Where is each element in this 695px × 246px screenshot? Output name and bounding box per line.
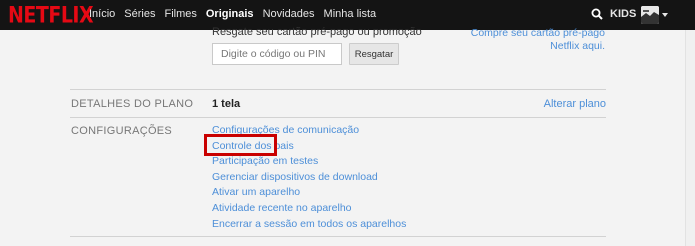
settings-section-title: CONFIGURAÇÕES	[71, 125, 173, 137]
profile-avatar[interactable]	[641, 6, 659, 24]
plan-value: 1 tela	[212, 98, 241, 110]
search-icon[interactable]	[591, 8, 603, 20]
nav-link-inicio[interactable]: Início	[89, 8, 115, 20]
nav-link-minha-lista[interactable]: Minha lista	[324, 8, 377, 20]
avatar-image	[641, 6, 659, 24]
code-input[interactable]	[212, 43, 342, 65]
caret-down-icon[interactable]	[662, 13, 668, 17]
scrollbar[interactable]	[685, 30, 695, 246]
highlight-annotation-box	[204, 134, 277, 156]
nav-link-originais[interactable]: Originais	[206, 8, 254, 20]
test-participation-link[interactable]: Participação em testes	[212, 155, 406, 171]
buy-gift-card-link[interactable]: Compre seu cartão pré-pago Netflix aqui.	[468, 27, 605, 53]
plan-section-title: DETALHES DO PLANO	[71, 98, 194, 110]
divider	[70, 89, 606, 90]
redeem-title: Resgate seu cartão pré-pago ou promoção	[212, 26, 422, 38]
nav-link-novidades[interactable]: Novidades	[263, 8, 315, 20]
change-plan-link[interactable]: Alterar plano	[520, 98, 606, 110]
divider	[70, 236, 606, 237]
activate-device-link[interactable]: Ativar um aparelho	[212, 186, 406, 202]
nav-links: Início Séries Filmes Originais Novidades…	[89, 8, 385, 20]
netflix-logo[interactable]: NETFLIX	[8, 3, 94, 28]
nav-link-filmes[interactable]: Filmes	[164, 8, 196, 20]
nav-link-series[interactable]: Séries	[124, 8, 155, 20]
kids-link[interactable]: KIDS	[610, 8, 636, 20]
sign-out-all-devices-link[interactable]: Encerrar a sessão em todos os aparelhos	[212, 218, 406, 234]
recent-device-activity-link[interactable]: Atividade recente no aparelho	[212, 202, 406, 218]
redeem-button[interactable]: Resgatar	[349, 43, 399, 65]
manage-download-devices-link[interactable]: Gerenciar dispositivos de download	[212, 171, 406, 187]
divider	[70, 117, 606, 118]
